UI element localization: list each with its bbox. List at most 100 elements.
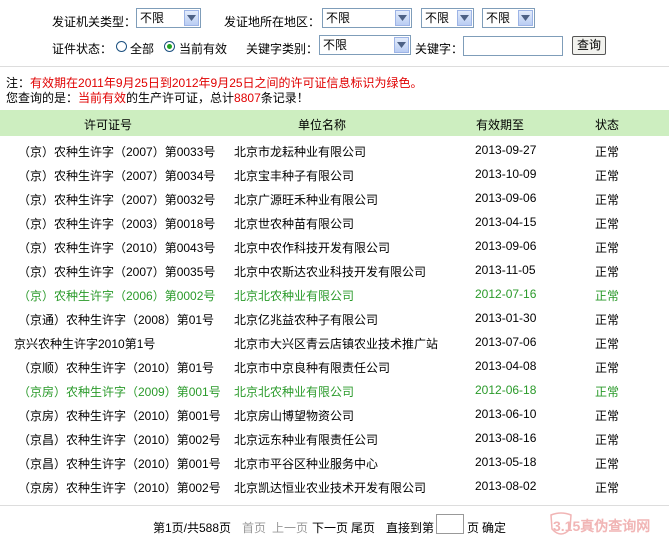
table-row[interactable]: （京房）农种生许字（2010）第002号 北京凯达恒业农业技术开发有限公司 2013… xyxy=(0,474,669,498)
query-summary: 您查询的是：当前有效的生产许可证，总计8807条记录！ xyxy=(6,89,309,106)
cell-status: 正常 xyxy=(595,241,620,255)
region-label: 发证地所在地区： xyxy=(224,15,321,29)
cell-status: 正常 xyxy=(595,145,620,159)
cell-company: 北京凯达恒业农业技术开发有限公司 xyxy=(234,481,427,495)
issuer-type-select[interactable]: 不限 xyxy=(136,8,201,28)
cell-company: 北京房山博望物资公司 xyxy=(234,409,355,423)
cell-status: 正常 xyxy=(595,361,620,375)
cell-license: （京房）农种生许字（2010）第002号 xyxy=(18,481,221,495)
region-county-select[interactable]: 不限 xyxy=(482,8,535,28)
cell-license: （京房）农种生许字（2010）第001号 xyxy=(18,409,221,423)
table-row[interactable]: （京）农种生许字（2003）第0018号 北京世农种苗有限公司 2013-04-15… xyxy=(0,210,669,234)
column-header-valid-until: 有效期至 xyxy=(476,118,525,132)
cell-status: 正常 xyxy=(595,289,620,303)
cell-company: 北京市中京良种有限责任公司 xyxy=(234,361,391,375)
query-count: 8807 xyxy=(234,91,261,105)
table-row[interactable]: （京）农种生许字（2007）第0032号 北京广源旺禾种业有限公司 2013-09-… xyxy=(0,186,669,210)
first-page-link[interactable]: 首页 xyxy=(242,519,266,536)
cell-status: 正常 xyxy=(595,433,620,447)
table-row[interactable]: （京）农种生许字（2010）第0043号 北京中农作科技开发有限公司 2013-09… xyxy=(0,234,669,258)
prev-page-link[interactable]: 上一页 xyxy=(272,519,308,536)
query-mid: 的生产许可证，总计 xyxy=(126,91,235,105)
cell-valid-until: 2013-07-06 xyxy=(475,335,537,349)
table-row[interactable]: （京房）农种生许字（2009）第001号 北京北农种业有限公司 2012-06-18… xyxy=(0,378,669,402)
cell-valid-until: 2013-06-10 xyxy=(475,407,537,421)
table-row[interactable]: （京）农种生许字（2007）第0035号 北京中农斯达农业科技开发有限公司 2013… xyxy=(0,258,669,282)
chevron-down-icon xyxy=(394,37,409,53)
cell-status: 正常 xyxy=(595,409,620,423)
chevron-down-icon xyxy=(457,10,472,26)
chevron-down-icon xyxy=(518,10,533,26)
cell-license: （京）农种生许字（2007）第0035号 xyxy=(18,265,216,279)
cell-valid-until: 2013-10-09 xyxy=(475,167,537,181)
notice-text: 有效期在2011年9月25日到2012年9月25日之间的许可证信息标识为绿色。 xyxy=(30,76,423,90)
cell-status: 正常 xyxy=(595,457,620,471)
chevron-down-icon xyxy=(395,10,410,26)
issuer-type-value: 不限 xyxy=(140,11,165,25)
next-page-link[interactable]: 下一页 xyxy=(312,519,348,536)
cell-license: （京昌）农种生许字（2010）第002号 xyxy=(18,433,221,447)
cell-license: （京昌）农种生许字（2010）第001号 xyxy=(18,457,221,471)
watermark-text: 3.15真伪查询网 xyxy=(553,518,650,534)
last-page-link[interactable]: 尾页 xyxy=(351,519,375,536)
cell-valid-until: 2013-04-15 xyxy=(475,215,537,229)
cell-status: 正常 xyxy=(595,193,620,207)
cell-status: 正常 xyxy=(595,169,620,183)
keyword-type-select[interactable]: 不限 xyxy=(319,35,411,55)
table-row[interactable]: （京）农种生许字（2007）第0034号 北京宝丰种子有限公司 2013-10-09… xyxy=(0,162,669,186)
goto-prefix: 直接到第 xyxy=(386,521,435,535)
notice-prefix: 注： xyxy=(6,76,31,90)
query-prefix: 您查询的是： xyxy=(6,91,79,105)
cell-valid-until: 2013-09-06 xyxy=(475,239,537,253)
cell-license: （京顺）农种生许字（2010）第01号 xyxy=(18,361,215,375)
radio-current[interactable] xyxy=(164,41,175,52)
keyword-input[interactable] xyxy=(463,36,563,56)
table-row[interactable]: （京昌）农种生许字（2010）第002号 北京远东种业有限责任公司 2013-08-… xyxy=(0,426,669,450)
cell-company: 北京亿兆益农种子有限公司 xyxy=(234,313,379,327)
cell-company: 北京远东种业有限责任公司 xyxy=(234,433,379,447)
divider xyxy=(0,505,669,506)
divider xyxy=(0,66,669,67)
cell-company: 北京市大兴区青云店镇农业技术推广站 xyxy=(234,337,439,351)
cell-status: 正常 xyxy=(595,265,620,279)
table-row[interactable]: （京房）农种生许字（2010）第001号 北京房山博望物资公司 2013-06-10… xyxy=(0,402,669,426)
cell-valid-until: 2013-05-18 xyxy=(475,455,537,469)
radio-current-label[interactable]: 当前有效 xyxy=(179,40,227,57)
table-row[interactable]: （京顺）农种生许字（2010）第01号 北京市中京良种有限责任公司 2013-04-… xyxy=(0,354,669,378)
cell-license: 京兴农种生许字2010第1号 xyxy=(14,337,156,351)
table-row[interactable]: 京兴农种生许字2010第1号 北京市大兴区青云店镇农业技术推广站 2013-07-0… xyxy=(0,330,669,354)
cell-license: （京）农种生许字（2007）第0033号 xyxy=(18,145,216,159)
goto-confirm-button[interactable]: 确定 xyxy=(482,519,506,536)
goto-suffix: 页 xyxy=(467,521,480,535)
cell-company: 北京北农种业有限公司 xyxy=(234,289,355,303)
table-row[interactable]: （京）农种生许字（2007）第0033号 北京市龙耘种业有限公司 2013-09-2… xyxy=(0,138,669,162)
cell-valid-until: 2012-07-16 xyxy=(475,287,537,301)
query-suffix: 条记录！ xyxy=(260,91,309,105)
cell-valid-until: 2013-11-05 xyxy=(475,263,536,277)
region-province-select[interactable]: 不限 xyxy=(322,8,412,28)
cell-status: 正常 xyxy=(595,337,620,351)
table-row[interactable]: （京通）农种生许字（2008）第01号 北京亿兆益农种子有限公司 2013-01-3… xyxy=(0,306,669,330)
cell-valid-until: 2012-06-18 xyxy=(475,383,537,397)
cell-valid-until: 2013-09-06 xyxy=(475,191,537,205)
region-city-value: 不限 xyxy=(425,11,450,25)
shield-logo-icon: 3.15真伪查询网 xyxy=(550,512,650,535)
search-button[interactable]: 查询 xyxy=(572,36,606,55)
cell-status: 正常 xyxy=(595,481,620,495)
cell-company: 北京中农斯达农业科技开发有限公司 xyxy=(234,265,427,279)
radio-all[interactable] xyxy=(116,41,127,52)
keyword-label: 关键字： xyxy=(415,42,464,56)
cell-status: 正常 xyxy=(595,217,620,231)
keyword-type-value: 不限 xyxy=(323,38,348,52)
table-row[interactable]: （京）农种生许字（2006）第0002号 北京北农种业有限公司 2012-07-16… xyxy=(0,282,669,306)
cell-license: （京）农种生许字（2006）第0002号 xyxy=(18,289,216,303)
cell-license: （京房）农种生许字（2009）第001号 xyxy=(18,385,221,399)
cell-company: 北京中农作科技开发有限公司 xyxy=(234,241,391,255)
cell-status: 正常 xyxy=(595,313,620,327)
table-header: 许可证号 单位名称 有效期至 状态 xyxy=(0,110,669,136)
table-row[interactable]: （京昌）农种生许字（2010）第001号 北京市平谷区种业服务中心 2013-05-… xyxy=(0,450,669,474)
radio-all-label[interactable]: 全部 xyxy=(130,40,154,57)
query-status: 当前有效 xyxy=(78,91,127,105)
goto-page-input[interactable] xyxy=(436,514,464,534)
region-city-select[interactable]: 不限 xyxy=(421,8,474,28)
